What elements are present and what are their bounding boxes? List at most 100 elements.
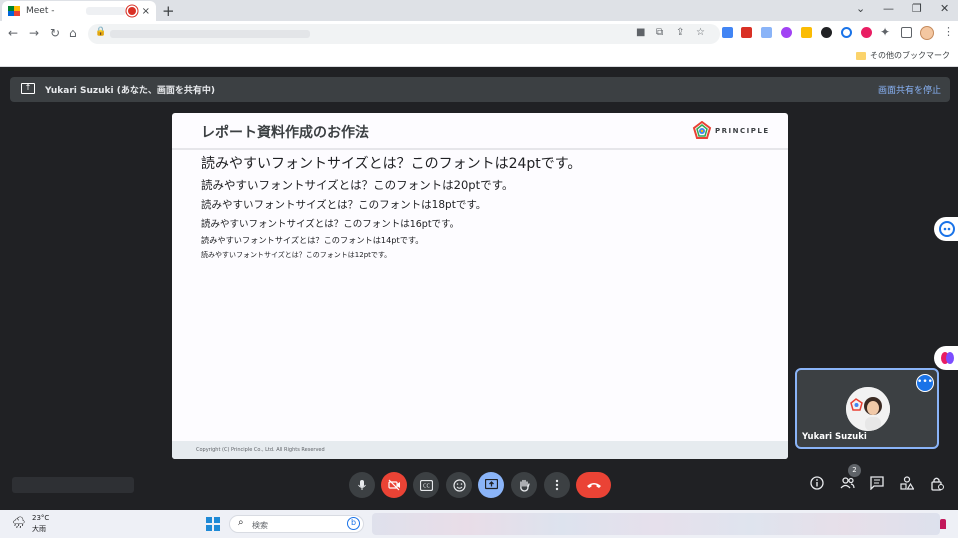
red-extension-icon[interactable]: [741, 27, 752, 38]
bing-icon[interactable]: b: [347, 517, 360, 530]
extensions-puzzle-icon[interactable]: ✦: [880, 25, 890, 39]
search-placeholder: 検索: [252, 521, 268, 530]
font-sample-12pt: 読みやすいフォントサイズとは？このフォントは12ptです。: [201, 251, 392, 259]
self-video-tile[interactable]: Yukari Suzuki •••: [795, 368, 939, 449]
camera-off-icon: [387, 479, 400, 491]
home-icon[interactable]: ⌂: [69, 26, 77, 40]
host-controls-icon[interactable]: [930, 476, 944, 495]
weather-temperature: 23°C: [32, 514, 50, 522]
windows-start-icon[interactable]: [206, 517, 220, 531]
logo-text: PRINCIPLE: [715, 127, 770, 135]
search-icon: ⌕: [238, 517, 244, 528]
camera-off-button[interactable]: [381, 472, 407, 498]
rain-weather-icon[interactable]: 🌧: [12, 516, 26, 529]
url-redacted: [110, 30, 310, 38]
profile-avatar[interactable]: [920, 26, 934, 40]
restore-icon[interactable]: ❐: [912, 2, 922, 15]
brain-extension-icon[interactable]: [861, 27, 872, 38]
browser-menu-icon[interactable]: ⋮: [943, 25, 954, 38]
chat-icon[interactable]: [870, 476, 884, 494]
presenting-banner: ↑ Yukari Suzuki (あなた、画面を共有中) 画面共有を停止: [10, 77, 950, 102]
blue-extension-icon[interactable]: [761, 27, 772, 38]
window-close-icon[interactable]: ✕: [940, 2, 949, 15]
tray-notification-icon[interactable]: [940, 519, 946, 529]
slide-footer: Copyright (C) Principle Co., Ltd. All Ri…: [172, 441, 788, 459]
more-options-button[interactable]: [544, 472, 570, 498]
share-icon[interactable]: ⇪: [676, 27, 684, 38]
emoji-icon: [452, 478, 466, 492]
forward-icon[interactable]: →: [29, 26, 39, 40]
meeting-details-icon[interactable]: [810, 476, 824, 494]
self-avatar: [846, 387, 890, 431]
new-tab-button[interactable]: +: [162, 2, 175, 20]
tab-meet[interactable]: Meet - ×: [2, 1, 156, 21]
chat-extension-icon[interactable]: [841, 27, 852, 38]
other-bookmarks-label: その他のブックマーク: [870, 51, 950, 60]
presenter-text: Yukari Suzuki (あなた、画面を共有中): [45, 86, 215, 96]
meeting-details-redacted: [12, 477, 134, 493]
slide-title: レポート資料作成のお作法: [201, 125, 369, 141]
font-sample-16pt: 読みやすいフォントサイズとは？このフォントは16ptです。: [201, 219, 460, 230]
present-screen-icon: [484, 479, 498, 490]
bookmark-star-icon[interactable]: ☆: [696, 27, 705, 38]
raise-hand-button[interactable]: [511, 472, 537, 498]
shared-slide: レポート資料作成のお作法 PRINCIPLE 読みやすいフォントサイズとは？この…: [172, 113, 788, 459]
captions-icon: CC: [419, 479, 433, 491]
activities-icon[interactable]: [900, 476, 915, 494]
svg-text:CC: CC: [423, 483, 430, 489]
tab-close-icon[interactable]: ×: [142, 6, 150, 17]
leave-call-button[interactable]: [576, 472, 611, 498]
microphone-button[interactable]: [349, 472, 375, 498]
chat-bot-icon: [939, 221, 955, 237]
back-icon[interactable]: ←: [8, 26, 18, 40]
slide-divider: [172, 148, 788, 150]
meet-favicon-icon: [8, 5, 20, 17]
dark-extension-icon[interactable]: [821, 27, 832, 38]
lock-icon: 🔒: [95, 27, 107, 37]
font-sample-14pt: 読みやすいフォントサイズとは？このフォントは14ptです。: [201, 235, 424, 245]
recording-indicator-icon: [127, 7, 136, 15]
other-bookmarks-folder[interactable]: その他のブックマーク: [856, 50, 950, 61]
folder-icon: [856, 51, 866, 60]
browser-tabstrip: Meet - × + ⌄ — ❐ ✕: [0, 0, 958, 21]
present-now-button[interactable]: [478, 472, 504, 498]
side-panel-icon[interactable]: [901, 27, 912, 38]
hang-up-icon: [586, 483, 601, 488]
color-extension-icon[interactable]: [781, 27, 792, 38]
camera-in-use-icon[interactable]: ■: [636, 27, 645, 38]
raise-hand-icon: [519, 479, 530, 492]
browser-toolbar: ← → ↻ ⌂ 🔒 ■ ⧉ ⇪ ☆ ✦ ⋮: [0, 21, 958, 47]
font-sample-18pt: 読みやすいフォントサイズとは？このフォントは18ptです。: [201, 199, 487, 211]
font-sample-20pt: 読みやすいフォントサイズとは？このフォントは20ptです。: [201, 178, 514, 192]
self-name-label: Yukari Suzuki: [802, 432, 867, 442]
bookmarks-bar: その他のブックマーク: [0, 47, 958, 67]
minimize-icon[interactable]: —: [883, 2, 894, 15]
tab-title-redacted: [86, 7, 126, 15]
taskbar-apps-redacted: [372, 513, 940, 535]
tile-more-options-icon[interactable]: •••: [916, 374, 934, 392]
translate-extension-icon[interactable]: [722, 27, 733, 38]
people-icon[interactable]: [840, 476, 855, 494]
taskbar-search-box[interactable]: ⌕ 検索 b: [229, 515, 364, 533]
copyright-text: Copyright (C) Principle Co., Ltd. All Ri…: [196, 447, 325, 453]
principle-logo-icon: [692, 121, 712, 139]
floating-brain-button[interactable]: [934, 346, 958, 370]
reactions-button[interactable]: [446, 472, 472, 498]
principle-logo: PRINCIPLE: [692, 121, 770, 141]
captions-button[interactable]: CC: [413, 472, 439, 498]
stop-sharing-button[interactable]: 画面共有を停止: [878, 83, 941, 96]
tab-search-icon[interactable]: ⌄: [856, 2, 865, 15]
open-in-new-icon[interactable]: ⧉: [656, 27, 663, 38]
microphone-icon: [358, 480, 366, 490]
tab-title: Meet -: [26, 6, 55, 16]
yellow-extension-icon[interactable]: [801, 27, 812, 38]
profile-photo-icon: [846, 387, 890, 431]
present-screen-icon: ↑: [21, 83, 35, 94]
reload-icon[interactable]: ↻: [50, 26, 60, 40]
brain-icon: [941, 352, 954, 364]
address-bar[interactable]: 🔒 ■ ⧉ ⇪ ☆: [88, 24, 720, 44]
windows-taskbar: 🌧 23°C 大雨 ⌕ 検索 b: [0, 510, 958, 538]
more-vert-icon: [555, 479, 559, 491]
weather-condition: 大雨: [32, 525, 46, 533]
floating-assistant-button[interactable]: [934, 217, 958, 241]
